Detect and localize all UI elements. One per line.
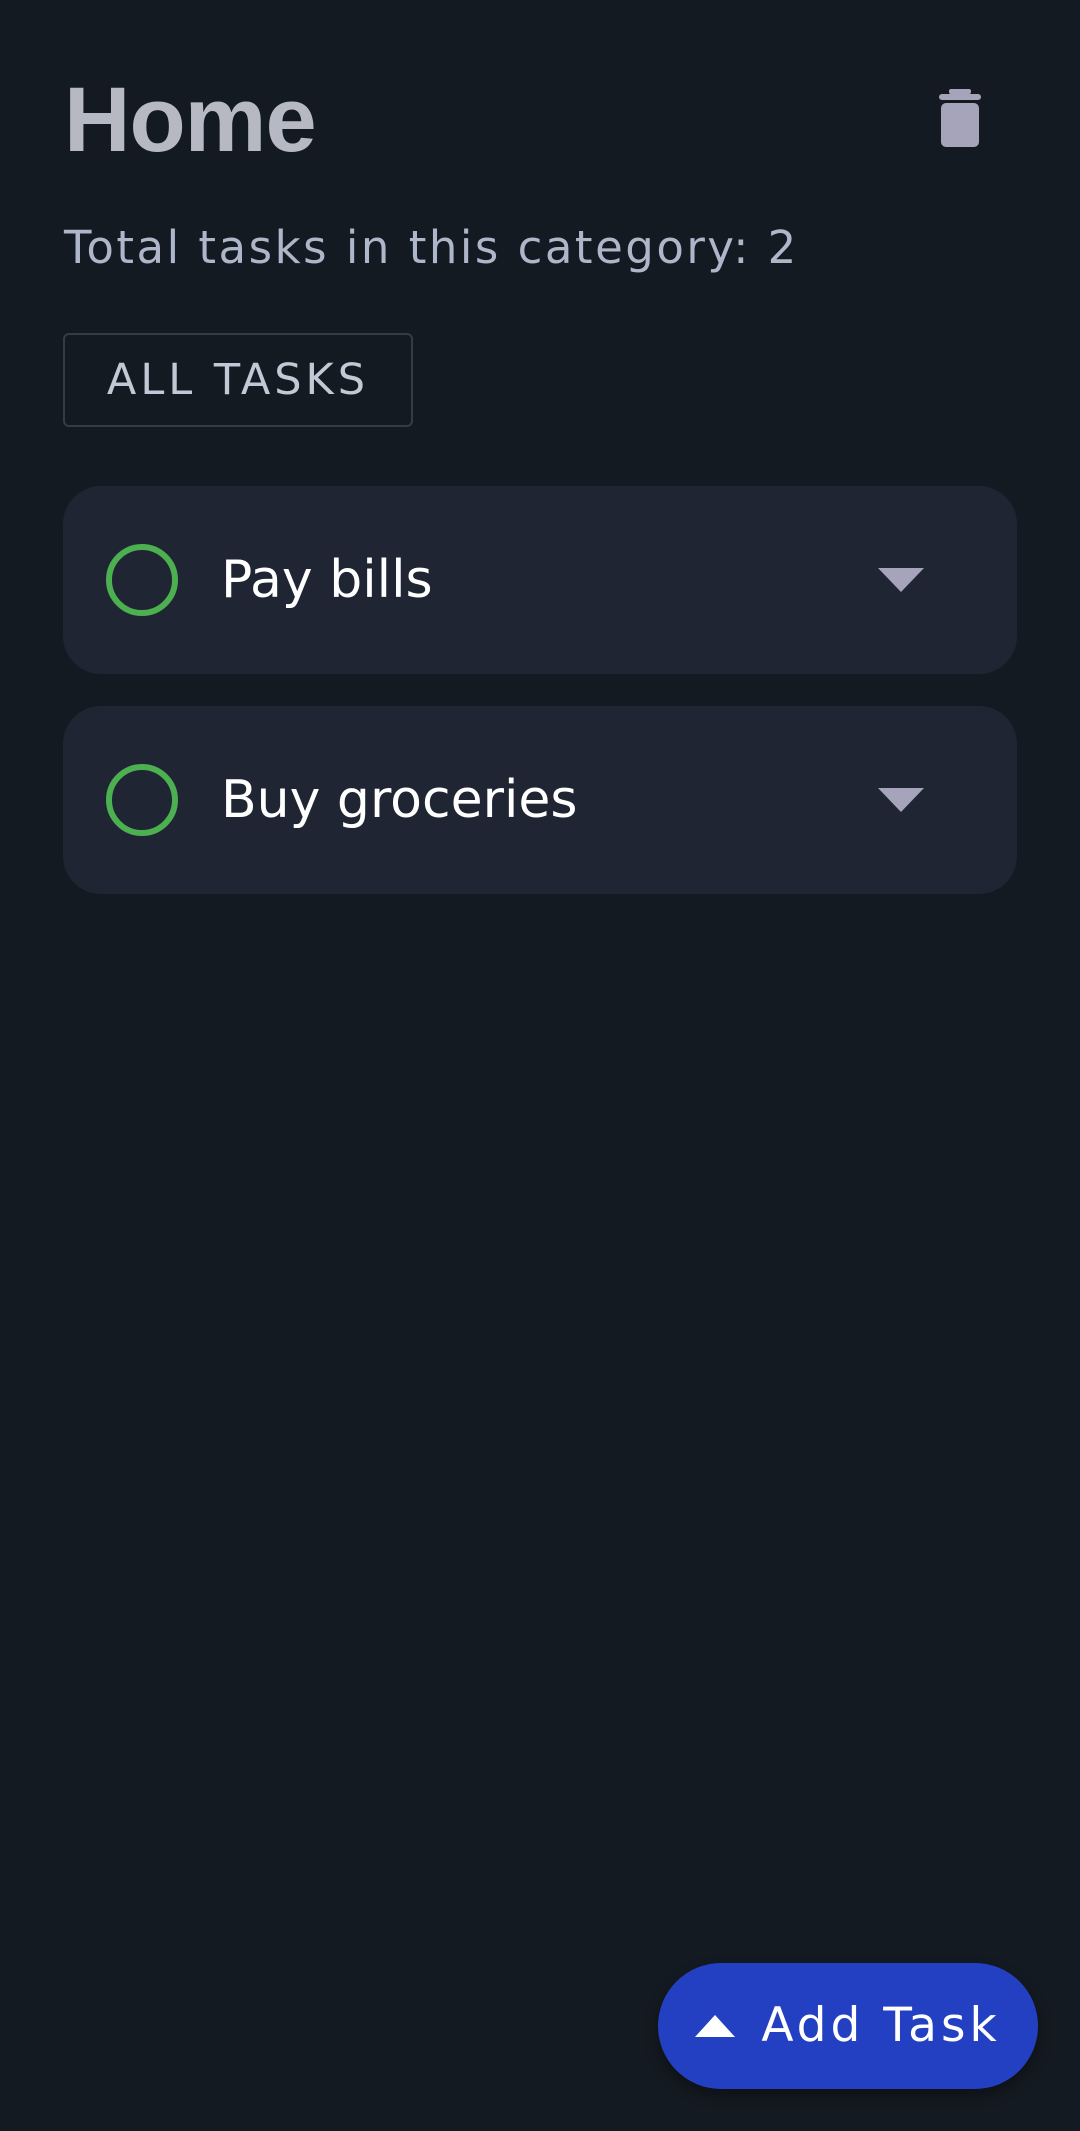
task-complete-checkbox[interactable] — [106, 544, 178, 616]
task-complete-checkbox[interactable] — [106, 764, 178, 836]
delete-category-button[interactable] — [920, 80, 1000, 160]
task-item[interactable]: Pay bills — [63, 486, 1017, 674]
task-title: Pay bills — [221, 550, 433, 610]
trash-icon — [939, 89, 981, 151]
task-title: Buy groceries — [221, 770, 578, 830]
page-title: Home — [64, 69, 317, 171]
task-expand-button[interactable] — [867, 548, 935, 616]
chevron-down-icon — [878, 788, 924, 816]
task-item[interactable]: Buy groceries — [63, 706, 1017, 894]
task-list: Pay bills Buy groceries — [63, 486, 1017, 926]
chevron-up-icon — [695, 2015, 736, 2037]
all-tasks-button[interactable]: ALL TASKS — [63, 333, 413, 427]
task-expand-button[interactable] — [867, 768, 935, 836]
task-count-text: Total tasks in this category: 2 — [64, 221, 799, 274]
chevron-down-icon — [878, 568, 924, 596]
add-task-label: Add Task — [761, 1998, 1001, 2053]
add-task-button[interactable]: Add Task — [658, 1963, 1038, 2089]
